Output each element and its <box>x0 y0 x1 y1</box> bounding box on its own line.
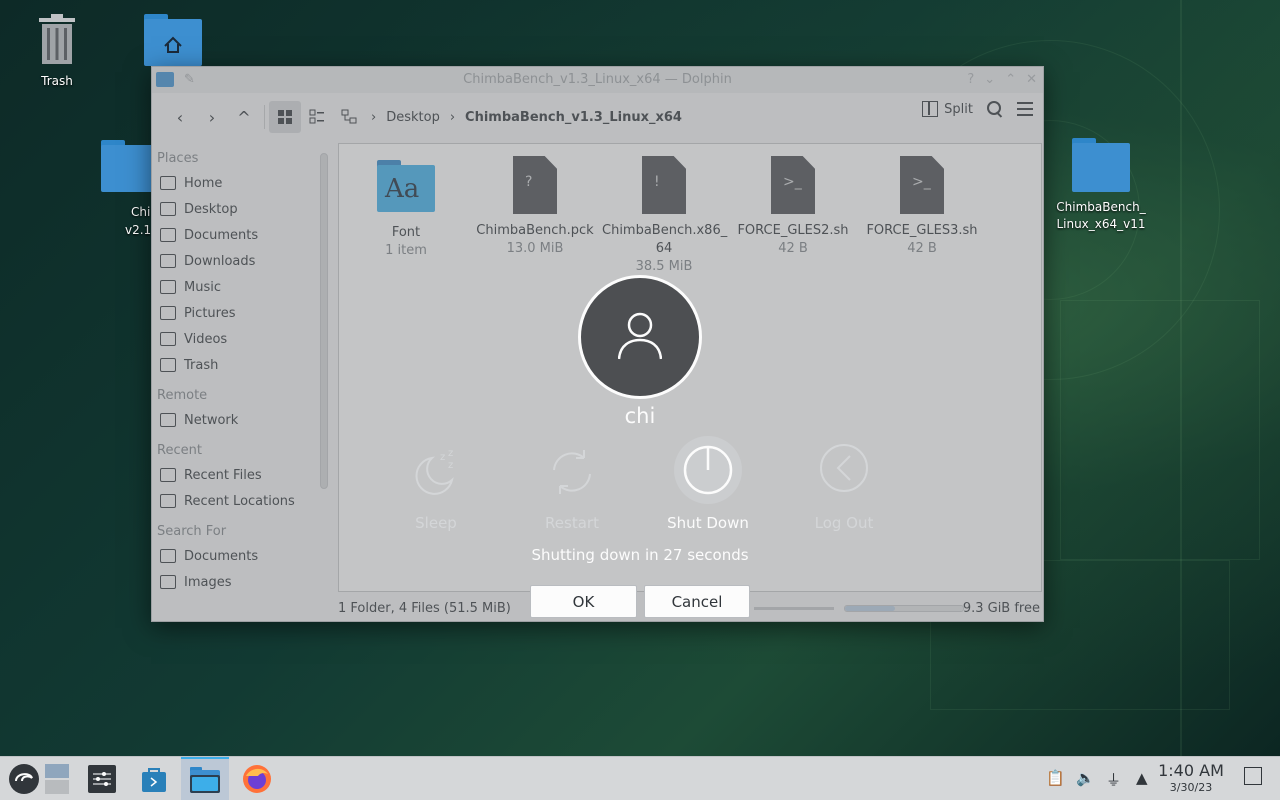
desktop-icon-label-line2: Linux_x64_v11 <box>1056 217 1146 231</box>
svg-text:z: z <box>448 460 453 471</box>
desktop-chimbabench-folder[interactable]: ChimbaBench_ Linux_x64_v11 <box>1056 138 1146 233</box>
sleep-label: Sleep <box>415 514 457 532</box>
sleep-button[interactable]: z z z Sleep <box>381 440 491 532</box>
user-avatar <box>578 275 702 399</box>
clock-date: 3/30/23 <box>1169 781 1213 794</box>
desktop-icon-label: Chi <box>131 205 151 219</box>
desktop-icon-label: ChimbaBench_ Linux_x64_v11 <box>1056 199 1146 233</box>
show-desktop-icon[interactable] <box>1244 767 1262 785</box>
task-dolphin[interactable] <box>181 757 229 800</box>
pager-icon <box>45 764 69 794</box>
folder-icon <box>1072 138 1130 192</box>
restart-label: Restart <box>545 514 599 532</box>
logout-icon <box>820 444 868 492</box>
trash-icon <box>39 14 75 64</box>
settings-icon <box>88 765 116 793</box>
shopping-bag-icon <box>142 768 166 792</box>
power-icon <box>683 445 733 495</box>
svg-text:z: z <box>448 448 453 459</box>
logout-button[interactable]: Log Out <box>789 440 899 532</box>
task-settings[interactable] <box>78 757 126 800</box>
volume-icon[interactable]: 🔈 <box>1076 769 1095 787</box>
usb-icon[interactable]: ⏚ <box>1106 769 1121 790</box>
wallpaper-decoration <box>1060 300 1260 560</box>
restart-icon <box>553 450 591 494</box>
desktop-icon-label-hidden: Chi v2.1 <box>125 203 151 239</box>
home-folder-icon <box>144 14 202 66</box>
logout-label: Log Out <box>814 514 874 532</box>
desktop-icon-label: v2.1 <box>125 223 152 237</box>
show-hidden-tray-icon[interactable]: ▲ <box>1136 769 1148 787</box>
username: chi <box>624 404 656 428</box>
pager-widget[interactable] <box>33 757 81 800</box>
shutdown-label: Shut Down <box>667 514 749 532</box>
firefox-icon <box>243 765 271 793</box>
desktop-icon-label-line1: ChimbaBench_ <box>1056 200 1146 214</box>
desktop-trash[interactable]: Trash <box>12 14 102 90</box>
folder-icon <box>190 767 220 793</box>
clock-time: 1:40 AM <box>1158 761 1224 780</box>
svg-text:z: z <box>440 452 445 463</box>
sleep-icon: z z z <box>415 448 454 495</box>
desktop-icon-label: Trash <box>41 74 73 88</box>
task-discover[interactable] <box>130 757 178 800</box>
shutdown-countdown: Shutting down in 27 seconds <box>531 546 749 564</box>
desktop-home-folder[interactable] <box>128 14 218 69</box>
restart-button[interactable]: Restart <box>517 440 627 532</box>
taskbar: 📋 🔈 ⏚ ▲ 1:40 AM 3/30/23 <box>0 756 1280 800</box>
wallpaper-decoration <box>1180 0 1182 756</box>
cancel-button[interactable]: Cancel <box>644 585 750 618</box>
shutdown-button[interactable]: Shut Down <box>653 436 763 532</box>
ok-button[interactable]: OK <box>530 585 637 618</box>
clock[interactable]: 1:40 AM 3/30/23 <box>1158 761 1224 795</box>
user-icon <box>618 312 662 360</box>
task-firefox[interactable] <box>233 757 281 800</box>
clipboard-icon[interactable]: 📋 <box>1046 769 1065 787</box>
